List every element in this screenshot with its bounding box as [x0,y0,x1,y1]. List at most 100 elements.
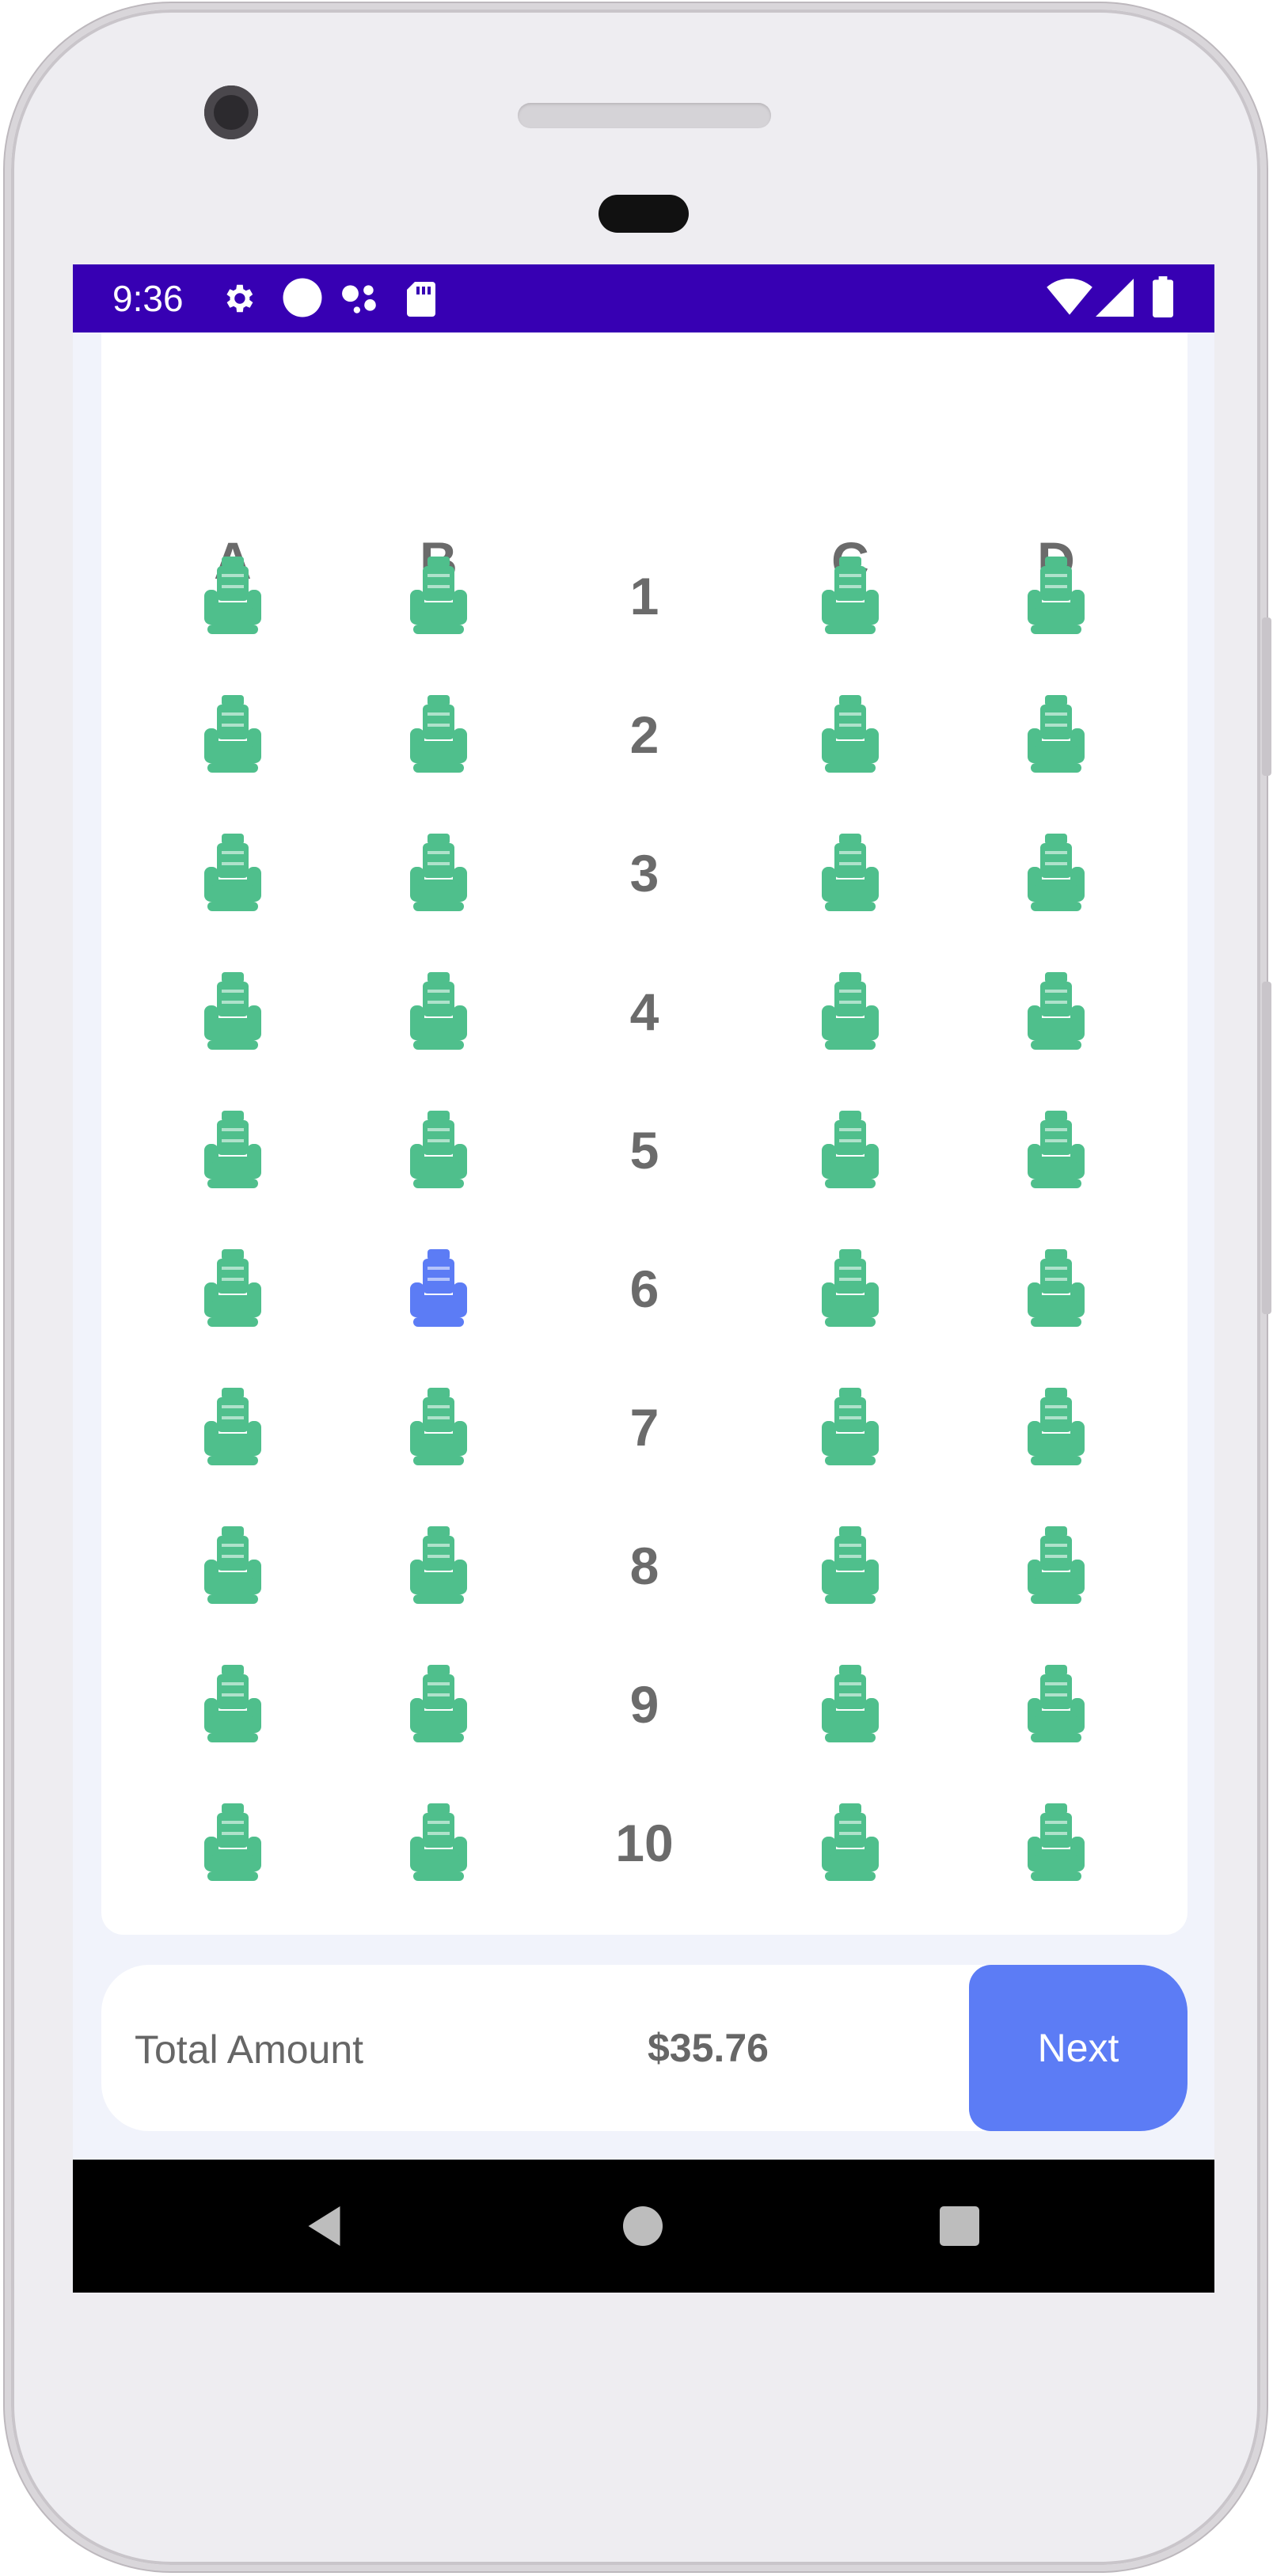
seat-icon [410,557,467,634]
seat-9a[interactable] [200,1663,266,1746]
seat-7b[interactable] [405,1386,472,1468]
earpiece-speaker [518,103,771,128]
wifi-icon [1047,278,1092,321]
seat-icon [204,1249,261,1327]
volume-button [1262,617,1271,776]
seat-icon [1028,1388,1085,1465]
seat-icon [822,1249,879,1327]
seat-2d[interactable] [1023,693,1089,776]
recents-icon[interactable] [936,2202,983,2250]
seat-icon [1028,1803,1085,1881]
seat-icon [1028,695,1085,773]
seat-icon [410,1249,467,1327]
seat-8a[interactable] [200,1525,266,1607]
seat-icon [204,1111,261,1188]
seat-2c[interactable] [817,693,884,776]
seat-icon [822,834,879,911]
seat-5d[interactable] [1023,1109,1089,1191]
battery-icon [1153,275,1173,322]
seat-1d[interactable] [1023,555,1089,637]
seat-4a[interactable] [200,971,266,1053]
seat-icon [822,972,879,1050]
seat-map-card: ABCD12345678910 [101,332,1188,1935]
seat-3d[interactable] [1023,832,1089,914]
seat-icon [1028,1249,1085,1327]
row-number-7: 7 [629,1398,659,1457]
seat-3a[interactable] [200,832,266,914]
seat-icon [822,1665,879,1742]
seat-icon [1028,834,1085,911]
total-amount-value: $35.76 [648,2026,769,2070]
seat-10b[interactable] [405,1802,472,1884]
seat-icon [410,1803,467,1881]
seat-icon [1028,972,1085,1050]
seat-7a[interactable] [200,1386,266,1468]
seat-icon [822,1803,879,1881]
seat-4b[interactable] [405,971,472,1053]
row-number-2: 2 [629,705,659,764]
seat-9c[interactable] [817,1663,884,1746]
gear-icon [220,280,256,321]
seat-10c[interactable] [817,1802,884,1884]
seat-icon [822,1526,879,1604]
seat-2b[interactable] [405,693,472,776]
assistant-dots-icon [340,280,380,321]
seat-7c[interactable] [817,1386,884,1468]
next-button[interactable]: Next [969,1965,1188,2131]
seat-5c[interactable] [817,1109,884,1191]
seat-icon [410,972,467,1050]
seat-7d[interactable] [1023,1386,1089,1468]
row-number-6: 6 [629,1260,659,1318]
seat-icon [1028,1665,1085,1742]
seat-icon [822,1111,879,1188]
seat-4c[interactable] [817,971,884,1053]
screen: 9:36 ABCD12345678910 [73,264,1214,2293]
total-amount-bar: Total Amount $35.76 Next [101,1965,1188,2131]
seat-6a[interactable] [200,1248,266,1330]
seat-5b[interactable] [405,1109,472,1191]
row-number-1: 1 [629,567,659,625]
seat-icon [410,1526,467,1604]
seat-icon [822,557,879,634]
seat-5a[interactable] [200,1109,266,1191]
seat-8b[interactable] [405,1525,472,1607]
sd-card-icon [405,280,437,322]
seat-2a[interactable] [200,693,266,776]
seat-6b-selected[interactable] [405,1248,472,1330]
row-number-9: 9 [629,1675,659,1734]
seat-1b[interactable] [405,555,472,637]
seat-icon [204,557,261,634]
status-time: 9:36 [112,278,184,319]
row-number-5: 5 [629,1121,659,1180]
total-amount-label: Total Amount [135,2027,364,2072]
seat-icon [410,1388,467,1465]
seat-icon [822,1388,879,1465]
seat-icon [1028,1526,1085,1604]
status-bar: 9:36 [73,264,1214,332]
seat-6c[interactable] [817,1248,884,1330]
seat-9d[interactable] [1023,1663,1089,1746]
seat-1a[interactable] [200,555,266,637]
front-camera [204,85,258,139]
circle-icon [280,275,325,324]
seat-icon [822,695,879,773]
seat-icon [410,1665,467,1742]
seat-icon [204,695,261,773]
seat-8d[interactable] [1023,1525,1089,1607]
home-icon[interactable] [619,2202,667,2250]
seat-6d[interactable] [1023,1248,1089,1330]
seat-icon [204,1388,261,1465]
seat-icon [204,1526,261,1604]
seat-8c[interactable] [817,1525,884,1607]
seat-icon [1028,1111,1085,1188]
back-icon[interactable] [302,2202,350,2250]
seat-3b[interactable] [405,832,472,914]
seat-1c[interactable] [817,555,884,637]
seat-4d[interactable] [1023,971,1089,1053]
phone-frame: 9:36 ABCD12345678910 [5,3,1267,2571]
seat-3c[interactable] [817,832,884,914]
seat-10a[interactable] [200,1802,266,1884]
seat-10d[interactable] [1023,1802,1089,1884]
power-button [1262,982,1271,1314]
seat-9b[interactable] [405,1663,472,1746]
